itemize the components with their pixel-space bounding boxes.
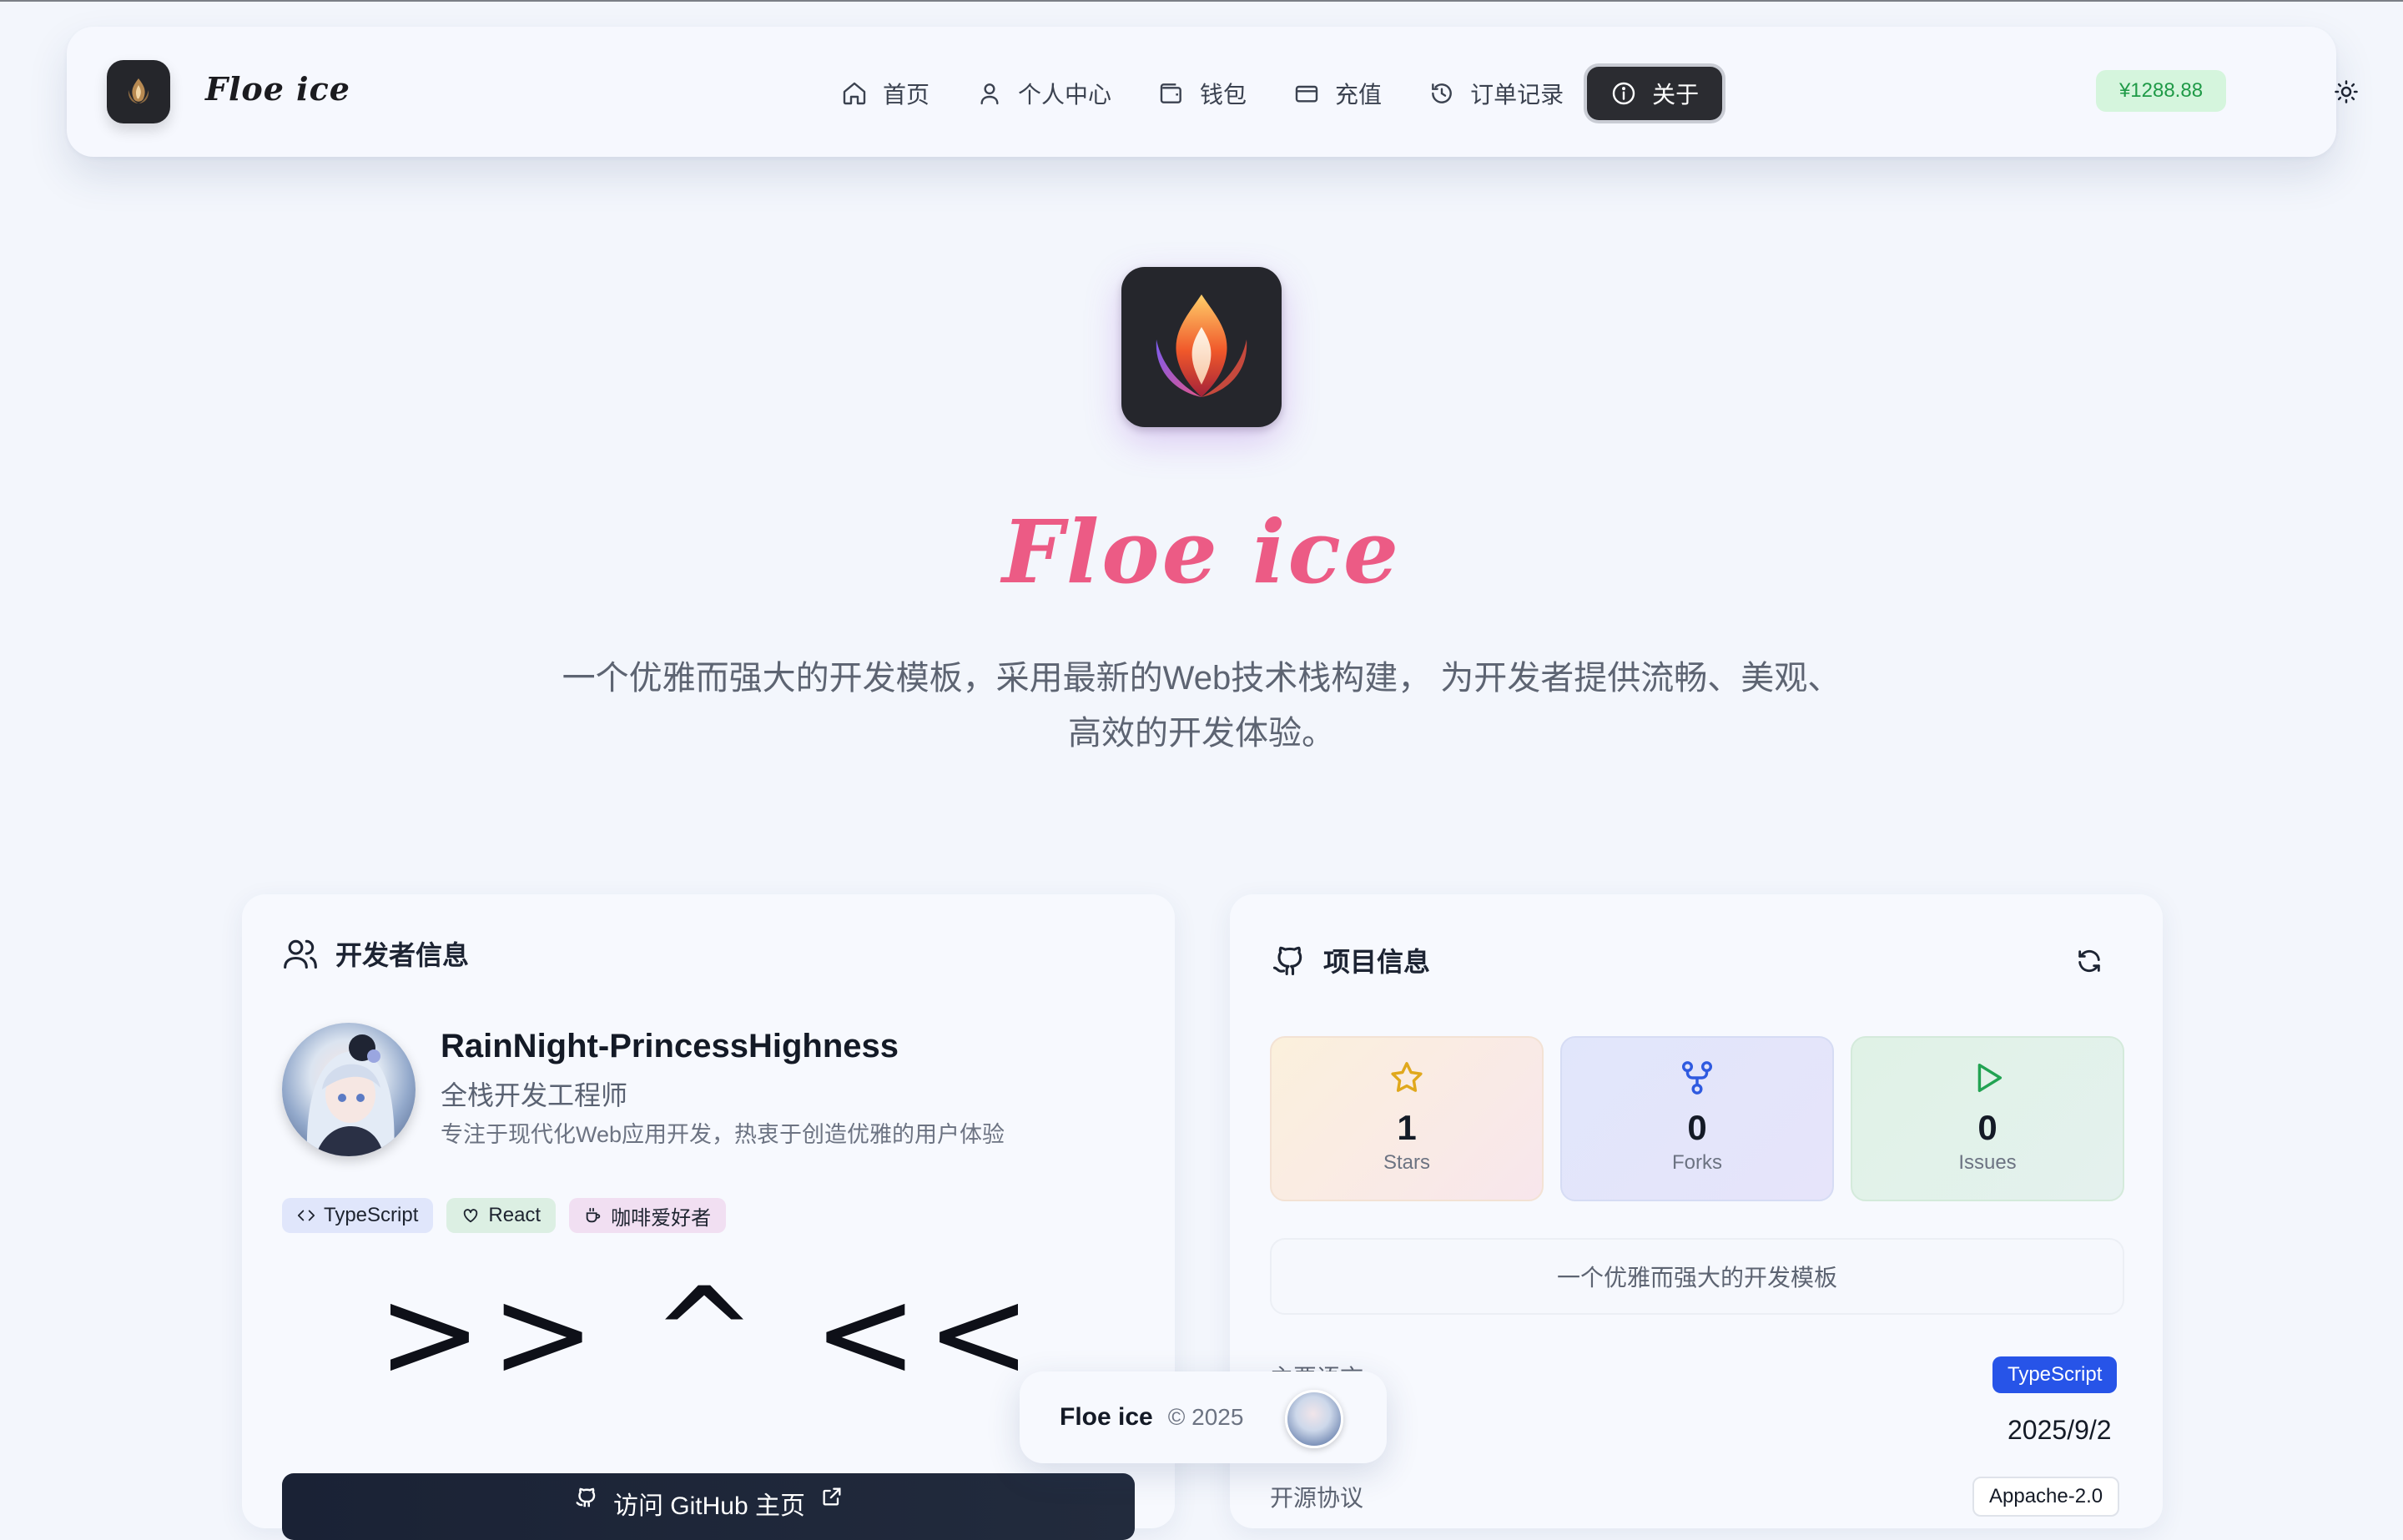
hero-description: 一个优雅而强大的开发模板，采用最新的Web技术栈构建， 为开发者提供流畅、美观、… bbox=[534, 651, 1869, 761]
wallet-icon bbox=[1160, 83, 1181, 103]
nav-item-label: 订单记录 bbox=[1470, 82, 1564, 108]
forks-label: Forks bbox=[1672, 1151, 1722, 1174]
top-navbar: Floe ice 首页 个人中心 钱包 充值 订单记录 关于 ¥1288.88 bbox=[67, 27, 2358, 157]
nav-item-profile[interactable]: 个人中心 bbox=[953, 67, 1135, 120]
github-homepage-button[interactable]: 访问 GitHub 主页 bbox=[282, 1473, 1135, 1540]
issues-count: 0 bbox=[1977, 1108, 1997, 1147]
app-logo[interactable] bbox=[107, 60, 170, 123]
credit-card-icon bbox=[1295, 85, 1318, 103]
coffee-icon bbox=[586, 1207, 601, 1223]
star-icon bbox=[1391, 1062, 1423, 1092]
nav-item-label: 个人中心 bbox=[1018, 82, 1112, 108]
avatar-illustration-icon bbox=[306, 1034, 395, 1156]
balance-badge[interactable]: ¥1288.88 bbox=[2096, 70, 2226, 112]
footer-copyright: © 2025 bbox=[1167, 1404, 1244, 1430]
footer-pill: Floe ice © 2025 bbox=[1020, 1371, 1387, 1463]
github-icon bbox=[1272, 946, 1302, 976]
nav-item-label: 首页 bbox=[883, 82, 930, 108]
developer-role: 全栈开发工程师 bbox=[441, 1080, 628, 1110]
footer-avatar[interactable] bbox=[1285, 1390, 1343, 1448]
developer-name: RainNight-PrincessHighness bbox=[441, 1028, 899, 1064]
brand-name[interactable]: Floe ice bbox=[205, 70, 350, 108]
tag-label: TypeScript bbox=[324, 1204, 419, 1226]
window-top-border bbox=[0, 0, 2403, 2]
tag-react: React bbox=[446, 1198, 557, 1233]
nav-item-home[interactable]: 首页 bbox=[818, 67, 953, 120]
hero-description-line: 一个优雅而强大的开发模板，采用最新的Web技术栈构建， 为开发者提供流畅、美观、 bbox=[562, 660, 1841, 697]
nav-item-label: 钱包 bbox=[1200, 82, 1247, 108]
nav-item-wallet[interactable]: 钱包 bbox=[1135, 67, 1270, 120]
license-badge: Appache-2.0 bbox=[1972, 1477, 2120, 1517]
nav-item-about[interactable]: 关于 bbox=[1587, 67, 1723, 120]
hero-title: Floe ice bbox=[1001, 501, 1402, 603]
footer-brand: Floe ice bbox=[1060, 1403, 1153, 1431]
language-badge: TypeScript bbox=[1992, 1356, 2118, 1393]
project-card-header: 项目信息 bbox=[1270, 941, 1430, 979]
project-card-title: 项目信息 bbox=[1323, 947, 1431, 977]
theme-toggle-button[interactable] bbox=[2330, 75, 2363, 108]
license-label: 开源协议 bbox=[1270, 1485, 1364, 1511]
github-button-label: 访问 GitHub 主页 bbox=[612, 1492, 806, 1520]
git-fork-icon bbox=[1681, 1061, 1713, 1095]
issues-stat: 0 Issues bbox=[1851, 1036, 2124, 1201]
hero-description-line: 高效的开发体验。 bbox=[1068, 715, 1335, 752]
nav-item-orders[interactable]: 订单记录 bbox=[1405, 67, 1587, 120]
flame-logo-icon bbox=[128, 78, 149, 103]
home-icon bbox=[843, 82, 866, 105]
developer-card-header: 开发者信息 bbox=[282, 934, 469, 973]
info-icon bbox=[1612, 82, 1635, 105]
issues-label: Issues bbox=[1958, 1151, 2017, 1174]
refresh-icon bbox=[2078, 949, 2100, 973]
nav-item-label: 充值 bbox=[1335, 82, 1383, 108]
developer-avatar bbox=[282, 1023, 416, 1156]
code-icon bbox=[297, 1210, 315, 1221]
user-icon bbox=[980, 83, 999, 105]
project-description: 一个优雅而强大的开发模板 bbox=[1270, 1238, 2124, 1315]
history-icon bbox=[1432, 83, 1452, 103]
tag-typescript: TypeScript bbox=[282, 1198, 434, 1233]
tag-label: React bbox=[488, 1204, 542, 1226]
sun-icon bbox=[2335, 80, 2358, 103]
stars-stat: 1 Stars bbox=[1270, 1036, 1544, 1201]
stars-label: Stars bbox=[1383, 1151, 1430, 1174]
hero-logo bbox=[1121, 267, 1282, 427]
nav-item-recharge[interactable]: 充值 bbox=[1270, 67, 1405, 120]
github-icon bbox=[576, 1487, 596, 1507]
users-icon bbox=[284, 939, 317, 969]
developer-tags: TypeScript React 咖啡爱好者 bbox=[282, 1198, 727, 1233]
refresh-button[interactable] bbox=[2073, 944, 2106, 978]
forks-stat: 0 Forks bbox=[1560, 1036, 1834, 1201]
tag-coffee: 咖啡爱好者 bbox=[569, 1198, 727, 1233]
main-navigation: 首页 个人中心 钱包 充值 订单记录 关于 bbox=[818, 67, 1723, 120]
developer-bio: 专注于现代化Web应用开发，热衷于创造优雅的用户体验 bbox=[441, 1122, 1005, 1147]
project-date: 2025/9/2 bbox=[2008, 1415, 2112, 1445]
external-link-icon bbox=[823, 1487, 841, 1506]
nav-item-label: 关于 bbox=[1652, 82, 1700, 108]
flame-logo-icon bbox=[1156, 294, 1247, 397]
tag-label: 咖啡爱好者 bbox=[611, 1206, 712, 1230]
forks-count: 0 bbox=[1687, 1108, 1707, 1147]
heart-icon bbox=[464, 1209, 478, 1223]
play-icon bbox=[1977, 1063, 2002, 1093]
stars-count: 1 bbox=[1397, 1108, 1417, 1147]
developer-card-title: 开发者信息 bbox=[335, 940, 470, 970]
